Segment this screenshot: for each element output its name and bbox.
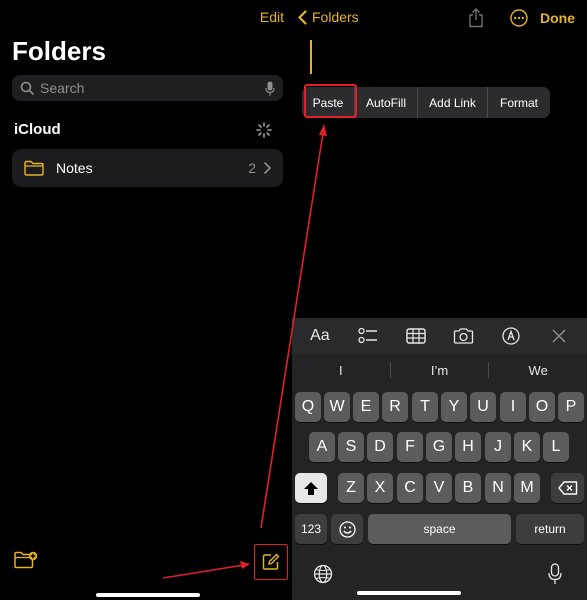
back-label: Folders bbox=[312, 9, 359, 25]
backspace-icon bbox=[557, 481, 577, 495]
folder-icon bbox=[24, 160, 44, 176]
checklist-icon[interactable] bbox=[352, 322, 384, 350]
more-options-icon[interactable] bbox=[510, 9, 528, 27]
text-cursor bbox=[310, 40, 312, 74]
edit-menu-add-link[interactable]: Add Link bbox=[418, 87, 488, 118]
dictation-microphone-icon[interactable] bbox=[548, 563, 562, 585]
search-placeholder: Search bbox=[40, 80, 85, 96]
keyboard-toolbar: Aa bbox=[292, 318, 587, 354]
prediction-3[interactable]: We bbox=[489, 363, 587, 378]
section-header-icloud: iCloud bbox=[14, 121, 61, 138]
emoji-key[interactable] bbox=[331, 514, 363, 544]
key-u[interactable]: U bbox=[470, 392, 496, 422]
folder-name: Notes bbox=[56, 160, 93, 176]
return-key[interactable]: return bbox=[516, 514, 584, 544]
key-v[interactable]: V bbox=[426, 473, 452, 503]
note-editor-pane: Folders Done Paste AutoFill Add Link For… bbox=[292, 0, 587, 600]
edit-menu-autofill[interactable]: AutoFill bbox=[355, 87, 418, 118]
key-y[interactable]: Y bbox=[441, 392, 467, 422]
key-l[interactable]: L bbox=[543, 432, 569, 462]
space-key[interactable]: space bbox=[368, 514, 511, 544]
key-x[interactable]: X bbox=[367, 473, 393, 503]
key-g[interactable]: G bbox=[426, 432, 452, 462]
key-z[interactable]: Z bbox=[338, 473, 364, 503]
key-s[interactable]: S bbox=[338, 432, 364, 462]
folder-row-notes[interactable]: Notes 2 bbox=[12, 149, 283, 187]
format-button[interactable]: Aa bbox=[304, 322, 336, 350]
microphone-icon[interactable] bbox=[265, 81, 275, 96]
key-q[interactable]: Q bbox=[295, 392, 321, 422]
predictive-bar: I I’m We bbox=[292, 356, 587, 384]
key-k[interactable]: K bbox=[514, 432, 540, 462]
key-t[interactable]: T bbox=[412, 392, 438, 422]
key-o[interactable]: O bbox=[529, 392, 555, 422]
new-folder-icon[interactable] bbox=[14, 550, 38, 570]
key-h[interactable]: H bbox=[455, 432, 481, 462]
home-indicator bbox=[357, 591, 461, 595]
key-m[interactable]: M bbox=[514, 473, 540, 503]
camera-icon[interactable] bbox=[447, 322, 479, 350]
markup-pen-icon[interactable] bbox=[495, 322, 527, 350]
share-icon[interactable] bbox=[468, 8, 484, 28]
delete-key[interactable] bbox=[551, 473, 584, 503]
key-f[interactable]: F bbox=[397, 432, 423, 462]
table-icon[interactable] bbox=[400, 322, 432, 350]
numbers-key[interactable]: 123 bbox=[295, 514, 327, 544]
chevron-right-icon bbox=[264, 162, 271, 174]
close-keyboard-icon[interactable] bbox=[543, 322, 575, 350]
key-p[interactable]: P bbox=[558, 392, 584, 422]
page-title: Folders bbox=[12, 36, 106, 66]
emoji-icon bbox=[338, 520, 356, 538]
back-button[interactable]: Folders bbox=[298, 9, 359, 25]
chevron-left-icon bbox=[298, 9, 307, 25]
globe-icon[interactable] bbox=[313, 564, 333, 584]
paste-highlight-box bbox=[304, 84, 357, 118]
loading-spinner-icon bbox=[256, 122, 272, 138]
key-b[interactable]: B bbox=[455, 473, 481, 503]
key-r[interactable]: R bbox=[382, 392, 408, 422]
folders-pane: Edit Folders Search iCloud Notes 2 bbox=[0, 0, 292, 600]
compose-icon bbox=[262, 553, 280, 570]
key-d[interactable]: D bbox=[367, 432, 393, 462]
key-a[interactable]: A bbox=[309, 432, 335, 462]
home-indicator bbox=[96, 593, 200, 597]
search-field[interactable]: Search bbox=[12, 75, 283, 101]
key-e[interactable]: E bbox=[353, 392, 379, 422]
prediction-1[interactable]: I bbox=[292, 363, 390, 378]
done-button[interactable]: Done bbox=[540, 10, 575, 26]
shift-key[interactable] bbox=[295, 473, 327, 503]
key-n[interactable]: N bbox=[485, 473, 511, 503]
edit-menu-format[interactable]: Format bbox=[488, 87, 550, 118]
compose-button[interactable] bbox=[254, 544, 288, 580]
prediction-2[interactable]: I’m bbox=[391, 363, 489, 378]
key-w[interactable]: W bbox=[324, 392, 350, 422]
keyboard: Aa I I’m We Q W E R T Y U I O P A S D F … bbox=[292, 318, 587, 600]
folder-count: 2 bbox=[248, 160, 256, 176]
edit-button[interactable]: Edit bbox=[260, 9, 284, 25]
key-i[interactable]: I bbox=[500, 392, 526, 422]
shift-icon bbox=[304, 481, 318, 495]
key-c[interactable]: C bbox=[397, 473, 423, 503]
key-j[interactable]: J bbox=[485, 432, 511, 462]
search-icon bbox=[20, 81, 34, 95]
